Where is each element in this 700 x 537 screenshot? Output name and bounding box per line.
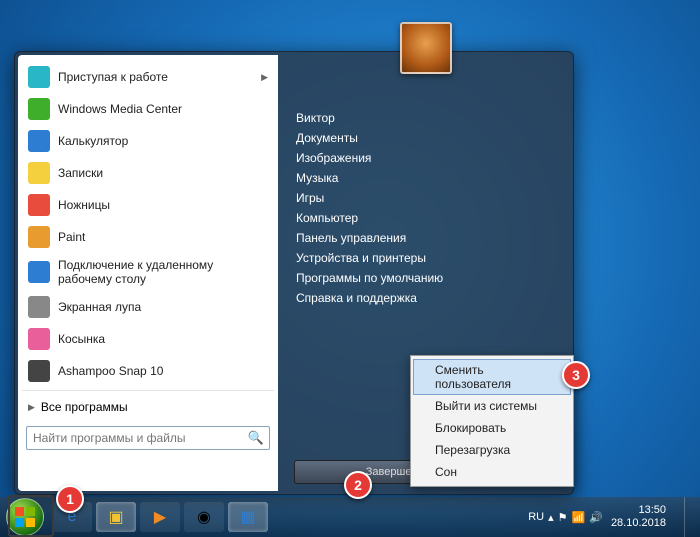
start-item-8[interactable]: Косынка [18,323,278,355]
volume-icon[interactable]: 🔊 [589,511,603,524]
paint-icon [28,226,50,248]
start-item-6[interactable]: Подключение к удаленному рабочему столу [18,253,278,291]
start-item-label: Paint [58,230,268,244]
start-item-label: Ножницы [58,198,268,212]
annotation-bubble-2: 2 [344,471,372,499]
lang-indicator[interactable]: RU [528,511,544,523]
taskbar-right: RU ▴ ⚑ 📶 🔊 13:50 28.10.2018 [528,497,694,537]
clock-time: 13:50 [611,504,666,517]
separator [22,390,274,391]
search-input[interactable] [26,426,270,450]
right-link-2[interactable]: Изображения [294,148,561,168]
taskbar-item-app[interactable]: ▦ [228,502,268,532]
start-item-9[interactable]: Ashampoo Snap 10 [18,355,278,387]
start-item-7[interactable]: Экранная лупа [18,291,278,323]
start-item-4[interactable]: Ножницы [18,189,278,221]
show-desktop-button[interactable] [684,497,694,537]
desktop: Приступая к работе ▶ Windows Media Cente… [0,0,700,537]
start-menu-left: Приступая к работе ▶ Windows Media Cente… [18,55,278,491]
start-item-label: Приступая к работе [58,70,253,84]
taskbar-item-chrome[interactable]: ◉ [184,502,224,532]
start-item-0[interactable]: Приступая к работе ▶ [18,61,278,93]
start-item-label: Косынка [58,332,268,346]
user-picture[interactable] [400,22,452,74]
all-programs-label: Все программы [41,400,128,414]
right-link-0[interactable]: Виктор [294,108,561,128]
network-icon[interactable]: 📶 [572,511,586,524]
wmp-icon: ▶ [154,507,166,527]
start-item-label: Windows Media Center [58,102,268,116]
tray: RU ▴ ⚑ 📶 🔊 [528,511,603,524]
flag-icon[interactable]: ⚑ [558,511,568,524]
chevron-right-icon: ▶ [261,72,268,83]
shutdown-option-4[interactable]: Сон [413,461,571,483]
right-link-5[interactable]: Компьютер [294,208,561,228]
right-link-4[interactable]: Игры [294,188,561,208]
ashampoo-icon [28,360,50,382]
magnifier-icon [28,296,50,318]
annotation-bubble-1: 1 [56,485,84,513]
rdp-icon [28,261,50,283]
start-item-label: Подключение к удаленному рабочему столу [58,258,268,286]
start-item-label: Записки [58,166,268,180]
right-link-8[interactable]: Программы по умолчанию [294,268,561,288]
taskbar-item-wmp[interactable]: ▶ [140,502,180,532]
search-icon: 🔍 [248,430,264,446]
start-item-label: Калькулятор [58,134,268,148]
taskbar-item-explorer[interactable]: ▣ [96,502,136,532]
arrow-right-icon: ▶ [28,402,35,413]
getting-started-icon [28,66,50,88]
right-link-6[interactable]: Панель управления [294,228,561,248]
shutdown-option-1[interactable]: Выйти из системы [413,395,571,417]
start-item-label: Экранная лупа [58,300,268,314]
annotation-bubble-3: 3 [562,361,590,389]
annotation-highlight-1 [8,495,54,537]
chrome-icon: ◉ [197,507,211,527]
all-programs[interactable]: ▶ Все программы [18,394,278,420]
right-link-1[interactable]: Документы [294,128,561,148]
folder-icon: ▣ [108,507,123,527]
notes-icon [28,162,50,184]
right-link-9[interactable]: Справка и поддержка [294,288,561,308]
start-item-2[interactable]: Калькулятор [18,125,278,157]
search-box: 🔍 [26,426,270,450]
calculator-icon [28,130,50,152]
shutdown-option-3[interactable]: Перезагрузка [413,439,571,461]
start-item-5[interactable]: Paint [18,221,278,253]
snipping-icon [28,194,50,216]
clock-date: 28.10.2018 [611,517,666,530]
right-link-7[interactable]: Устройства и принтеры [294,248,561,268]
shutdown-option-2[interactable]: Блокировать [413,417,571,439]
start-item-label: Ashampoo Snap 10 [58,364,268,378]
start-item-1[interactable]: Windows Media Center [18,93,278,125]
clock[interactable]: 13:50 28.10.2018 [611,504,670,530]
taskbar: e ▣ ▶ ◉ ▦ RU ▴ ⚑ 📶 🔊 13:50 28.10.2018 [0,497,700,537]
solitaire-icon [28,328,50,350]
start-item-3[interactable]: Записки [18,157,278,189]
right-link-3[interactable]: Музыка [294,168,561,188]
wmc-icon [28,98,50,120]
shutdown-submenu: Сменить пользователяВыйти из системыБлок… [410,355,574,487]
app-icon: ▦ [240,507,255,527]
shutdown-option-0[interactable]: Сменить пользователя [413,359,571,395]
tray-up-icon[interactable]: ▴ [548,511,554,524]
